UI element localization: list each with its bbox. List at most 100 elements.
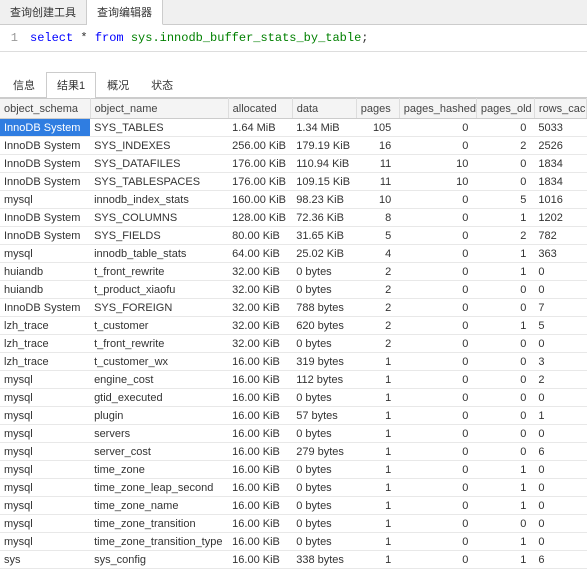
tab-query-tools[interactable]: 查询创建工具 (0, 0, 87, 24)
table-row[interactable]: InnoDB SystemSYS_TABLESPACES176.00 KiB10… (0, 173, 587, 191)
cell-rows-cached: 0 (534, 461, 586, 479)
table-row[interactable]: huiandbt_front_rewrite32.00 KiB0 bytes20… (0, 263, 587, 281)
table-row[interactable]: mysqltime_zone_transition_type16.00 KiB0… (0, 533, 587, 551)
col-object-schema[interactable]: object_schema (0, 99, 90, 119)
cell-pages: 1 (356, 353, 399, 371)
tab-profile[interactable]: 概况 (96, 72, 140, 97)
cell-rows-cached: 6 (534, 551, 586, 569)
cell-rows-cached: 5033 (534, 119, 586, 137)
cell-schema: mysql (0, 515, 90, 533)
table-row[interactable]: mysqltime_zone_transition16.00 KiB0 byte… (0, 515, 587, 533)
col-pages-hashed[interactable]: pages_hashed (399, 99, 476, 119)
table-row[interactable]: lzh_tracet_customer_wx16.00 KiB319 bytes… (0, 353, 587, 371)
table-row[interactable]: mysqlplugin16.00 KiB57 bytes1001 (0, 407, 587, 425)
cell-pages: 1 (356, 443, 399, 461)
cell-data: 0 bytes (292, 389, 356, 407)
table-row[interactable]: InnoDB SystemSYS_DATAFILES176.00 KiB110.… (0, 155, 587, 173)
cell-pages: 1 (356, 407, 399, 425)
col-data[interactable]: data (292, 99, 356, 119)
col-pages-old[interactable]: pages_old (476, 99, 534, 119)
col-allocated[interactable]: allocated (228, 99, 292, 119)
cell-data: 0 bytes (292, 533, 356, 551)
cell-pages-old: 2 (476, 227, 534, 245)
table-row[interactable]: InnoDB SystemSYS_FOREIGN32.00 KiB788 byt… (0, 299, 587, 317)
sql-semi: ; (361, 31, 368, 45)
cell-object: SYS_DATAFILES (90, 155, 228, 173)
cell-pages-hashed: 10 (399, 173, 476, 191)
cell-pages-hashed: 0 (399, 119, 476, 137)
cell-rows-cached: 2526 (534, 137, 586, 155)
cell-pages: 2 (356, 263, 399, 281)
tab-result1[interactable]: 结果1 (46, 72, 96, 98)
col-object-name[interactable]: object_name (90, 99, 228, 119)
cell-pages-old: 0 (476, 515, 534, 533)
table-row[interactable]: InnoDB SystemSYS_COLUMNS128.00 KiB72.36 … (0, 209, 587, 227)
table-row[interactable]: syssys_config16.00 KiB338 bytes1016 (0, 551, 587, 569)
cell-pages-old: 1 (476, 317, 534, 335)
tab-info[interactable]: 信息 (2, 72, 46, 97)
table-row[interactable]: mysqlengine_cost16.00 KiB112 bytes1002 (0, 371, 587, 389)
table-row[interactable]: InnoDB SystemSYS_INDEXES256.00 KiB179.19… (0, 137, 587, 155)
sql-editor[interactable]: 1 select * from sys.innodb_buffer_stats_… (0, 25, 587, 52)
cell-rows-cached: 1202 (534, 209, 586, 227)
cell-rows-cached: 6 (534, 443, 586, 461)
cell-pages-old: 0 (476, 335, 534, 353)
cell-rows-cached: 1834 (534, 173, 586, 191)
cell-object: SYS_COLUMNS (90, 209, 228, 227)
cell-rows-cached: 7 (534, 299, 586, 317)
cell-schema: huiandb (0, 281, 90, 299)
cell-pages-hashed: 0 (399, 515, 476, 533)
cell-data: 0 bytes (292, 425, 356, 443)
cell-pages-old: 0 (476, 371, 534, 389)
cell-pages-old: 0 (476, 119, 534, 137)
tab-query-editor[interactable]: 查询编辑器 (87, 0, 163, 25)
table-row[interactable]: huiandbt_product_xiaofu32.00 KiB0 bytes2… (0, 281, 587, 299)
cell-pages-hashed: 0 (399, 407, 476, 425)
cell-allocated: 128.00 KiB (228, 209, 292, 227)
table-row[interactable]: mysqlservers16.00 KiB0 bytes1000 (0, 425, 587, 443)
cell-object: innodb_table_stats (90, 245, 228, 263)
cell-pages: 1 (356, 479, 399, 497)
cell-data: 620 bytes (292, 317, 356, 335)
cell-pages: 11 (356, 155, 399, 173)
table-row[interactable]: InnoDB SystemSYS_TABLES1.64 MiB1.34 MiB1… (0, 119, 587, 137)
col-pages[interactable]: pages (356, 99, 399, 119)
cell-schema: InnoDB System (0, 173, 90, 191)
cell-schema: InnoDB System (0, 119, 90, 137)
cell-pages-old: 1 (476, 245, 534, 263)
cell-object: t_front_rewrite (90, 263, 228, 281)
result-tabs: 信息 结果1 概况 状态 (0, 72, 587, 98)
cell-object: t_customer_wx (90, 353, 228, 371)
table-row[interactable]: InnoDB SystemSYS_FIELDS80.00 KiB31.65 Ki… (0, 227, 587, 245)
table-row[interactable]: lzh_tracet_customer32.00 KiB620 bytes201… (0, 317, 587, 335)
cell-pages: 2 (356, 299, 399, 317)
cell-allocated: 32.00 KiB (228, 281, 292, 299)
table-row[interactable]: mysqlgtid_executed16.00 KiB0 bytes1000 (0, 389, 587, 407)
cell-pages-hashed: 0 (399, 461, 476, 479)
cell-pages-old: 0 (476, 299, 534, 317)
cell-pages-hashed: 0 (399, 281, 476, 299)
cell-allocated: 32.00 KiB (228, 317, 292, 335)
cell-allocated: 256.00 KiB (228, 137, 292, 155)
cell-schema: sys (0, 551, 90, 569)
cell-schema: InnoDB System (0, 209, 90, 227)
result-table: object_schema object_name allocated data… (0, 98, 587, 569)
table-row[interactable]: mysqlinnodb_index_stats160.00 KiB98.23 K… (0, 191, 587, 209)
table-row[interactable]: mysqltime_zone_name16.00 KiB0 bytes1010 (0, 497, 587, 515)
cell-data: 179.19 KiB (292, 137, 356, 155)
table-row[interactable]: mysqlserver_cost16.00 KiB279 bytes1006 (0, 443, 587, 461)
table-row[interactable]: mysqltime_zone16.00 KiB0 bytes1010 (0, 461, 587, 479)
cell-allocated: 32.00 KiB (228, 299, 292, 317)
cell-pages-hashed: 0 (399, 227, 476, 245)
cell-object: SYS_TABLESPACES (90, 173, 228, 191)
table-row[interactable]: lzh_tracet_front_rewrite32.00 KiB0 bytes… (0, 335, 587, 353)
cell-schema: mysql (0, 371, 90, 389)
col-rows-cached[interactable]: rows_cached (534, 99, 586, 119)
cell-allocated: 160.00 KiB (228, 191, 292, 209)
tab-status[interactable]: 状态 (140, 72, 184, 97)
cell-rows-cached: 5 (534, 317, 586, 335)
line-number: 1 (8, 31, 18, 45)
table-row[interactable]: mysqlinnodb_table_stats64.00 KiB25.02 Ki… (0, 245, 587, 263)
table-row[interactable]: mysqltime_zone_leap_second16.00 KiB0 byt… (0, 479, 587, 497)
cell-pages-old: 2 (476, 137, 534, 155)
